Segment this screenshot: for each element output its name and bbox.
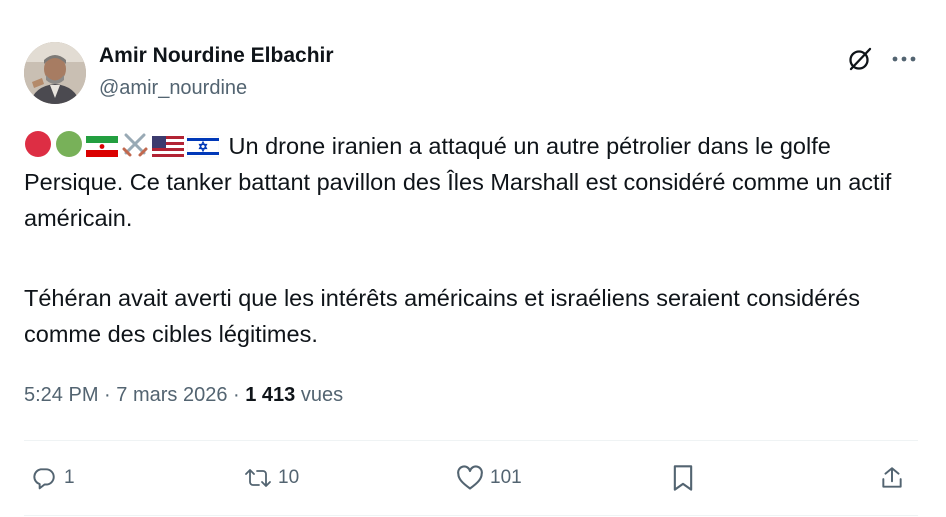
share-button[interactable] (878, 458, 906, 498)
author-name[interactable]: Amir Nourdine Elbachir (99, 44, 334, 68)
repost-count: 10 (278, 467, 300, 488)
crossed-swords-emoji (121, 130, 149, 158)
divider (24, 440, 918, 441)
reply-icon (30, 464, 58, 492)
heart-icon (456, 464, 484, 492)
tweet-time[interactable]: 5:24 PM (24, 384, 98, 406)
tweet-text-paragraph-2: Téhéran avait averti que les intérêts am… (24, 285, 860, 347)
tweet-meta: 5:24 PM · 7 mars 2026 · 1 413 vues (24, 384, 343, 407)
views-count[interactable]: 1 413 (245, 384, 295, 406)
meta-separator: · (98, 384, 117, 406)
author-handle[interactable]: @amir_nourdine (99, 77, 247, 100)
divider (24, 515, 918, 516)
avatar-photo (24, 42, 86, 104)
green-circle-emoji (55, 130, 83, 158)
meta-separator: · (227, 384, 246, 406)
red-circle-emoji (24, 130, 52, 158)
us-flag-emoji (152, 134, 184, 158)
repost-icon (244, 464, 272, 492)
grok-slash-icon (849, 47, 872, 71)
more-dots-icon (892, 56, 916, 62)
like-count: 101 (490, 467, 522, 488)
tweet-date[interactable]: 7 mars 2026 (116, 384, 227, 406)
reply-count: 1 (64, 467, 75, 488)
tweet-card: Amir Nourdine Elbachir @amir_nourdine Un… (0, 0, 946, 517)
avatar[interactable] (24, 42, 86, 104)
reply-button[interactable]: 1 (30, 458, 75, 498)
bookmark-icon (669, 464, 697, 492)
iran-flag-emoji (86, 134, 118, 158)
israel-flag-emoji (187, 134, 219, 158)
tweet-text-paragraph-1: Un drone iranien a attaqué un autre pétr… (24, 128, 924, 236)
like-button[interactable]: 101 (456, 458, 522, 498)
repost-button[interactable]: 10 (244, 458, 299, 498)
bookmark-button[interactable] (669, 458, 697, 498)
share-icon (878, 464, 906, 492)
emoji-sequence (24, 130, 229, 159)
grok-button[interactable] (843, 42, 877, 76)
more-options-button[interactable] (886, 42, 922, 76)
views-label: vues (295, 384, 344, 406)
